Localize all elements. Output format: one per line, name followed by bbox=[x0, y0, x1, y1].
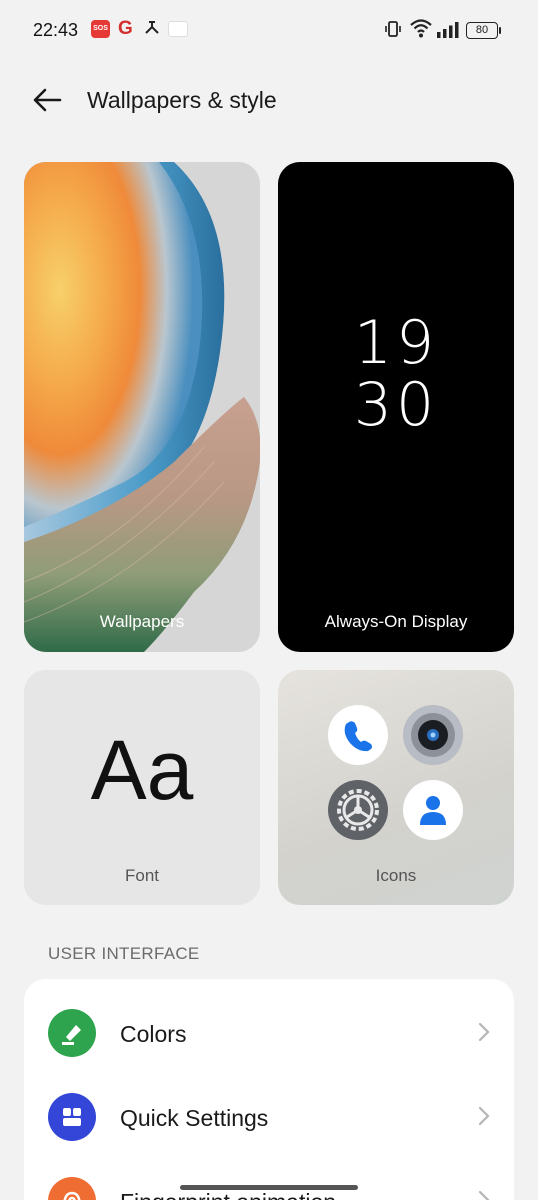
aod-hours: 19 bbox=[353, 308, 439, 378]
notification-icon bbox=[143, 19, 161, 42]
font-tile[interactable]: Aa Font bbox=[24, 670, 260, 905]
fingerprint-icon bbox=[48, 1177, 96, 1200]
page-title: Wallpapers & style bbox=[87, 87, 277, 113]
status-time: 22:43 bbox=[33, 20, 79, 40]
sos-icon: SOS bbox=[91, 20, 110, 38]
chevron-right-icon bbox=[478, 1190, 490, 1200]
contacts-app-icon bbox=[403, 780, 463, 840]
aod-clock: 19 30 bbox=[278, 312, 514, 436]
settings-app-icon bbox=[328, 780, 388, 840]
paint-bucket-icon bbox=[48, 1009, 96, 1057]
chevron-right-icon bbox=[478, 1106, 490, 1126]
arrow-left-icon bbox=[33, 88, 62, 112]
back-button[interactable] bbox=[31, 84, 63, 116]
g-app-icon: G bbox=[118, 18, 133, 39]
chevron-right-icon bbox=[478, 1022, 490, 1042]
always-on-display-tile[interactable]: 19 30 Always-On Display bbox=[278, 162, 514, 652]
section-title-user-interface: USER INTERFACE bbox=[48, 944, 200, 963]
camera-app-icon bbox=[403, 705, 463, 765]
app-notification-icon bbox=[168, 21, 188, 37]
icons-tile[interactable]: Icons bbox=[278, 670, 514, 905]
aod-minutes: 30 bbox=[353, 370, 439, 440]
user-interface-card: Colors Quick Settings Fingerprint animat… bbox=[24, 979, 514, 1200]
list-item-fingerprint-animation[interactable]: Fingerprint animation bbox=[24, 1159, 514, 1200]
list-item-label: Fingerprint animation bbox=[120, 1189, 336, 1200]
phone-app-icon bbox=[328, 705, 388, 765]
font-label: Font bbox=[124, 866, 160, 885]
aod-label: Always-On Display bbox=[324, 612, 468, 631]
list-item-label: Quick Settings bbox=[120, 1105, 269, 1131]
wallpapers-tile[interactable]: Wallpapers bbox=[24, 162, 260, 652]
battery-icon: 80 bbox=[466, 22, 501, 39]
vibrate-icon bbox=[384, 20, 402, 43]
list-item-label: Colors bbox=[120, 1021, 187, 1047]
wifi-icon bbox=[409, 17, 433, 44]
wallpapers-label: Wallpapers bbox=[99, 612, 185, 631]
quick-settings-icon bbox=[48, 1093, 96, 1141]
wallpaper-preview-image bbox=[24, 162, 260, 652]
status-bar: 22:43 SOS G 80 bbox=[0, 0, 538, 60]
icons-label: Icons bbox=[375, 866, 417, 885]
gesture-home-bar[interactable] bbox=[180, 1185, 358, 1190]
list-item-quick-settings[interactable]: Quick Settings bbox=[24, 1075, 514, 1159]
font-sample: Aa bbox=[90, 723, 194, 817]
signal-icon bbox=[437, 22, 459, 43]
list-item-colors[interactable]: Colors bbox=[24, 991, 514, 1075]
